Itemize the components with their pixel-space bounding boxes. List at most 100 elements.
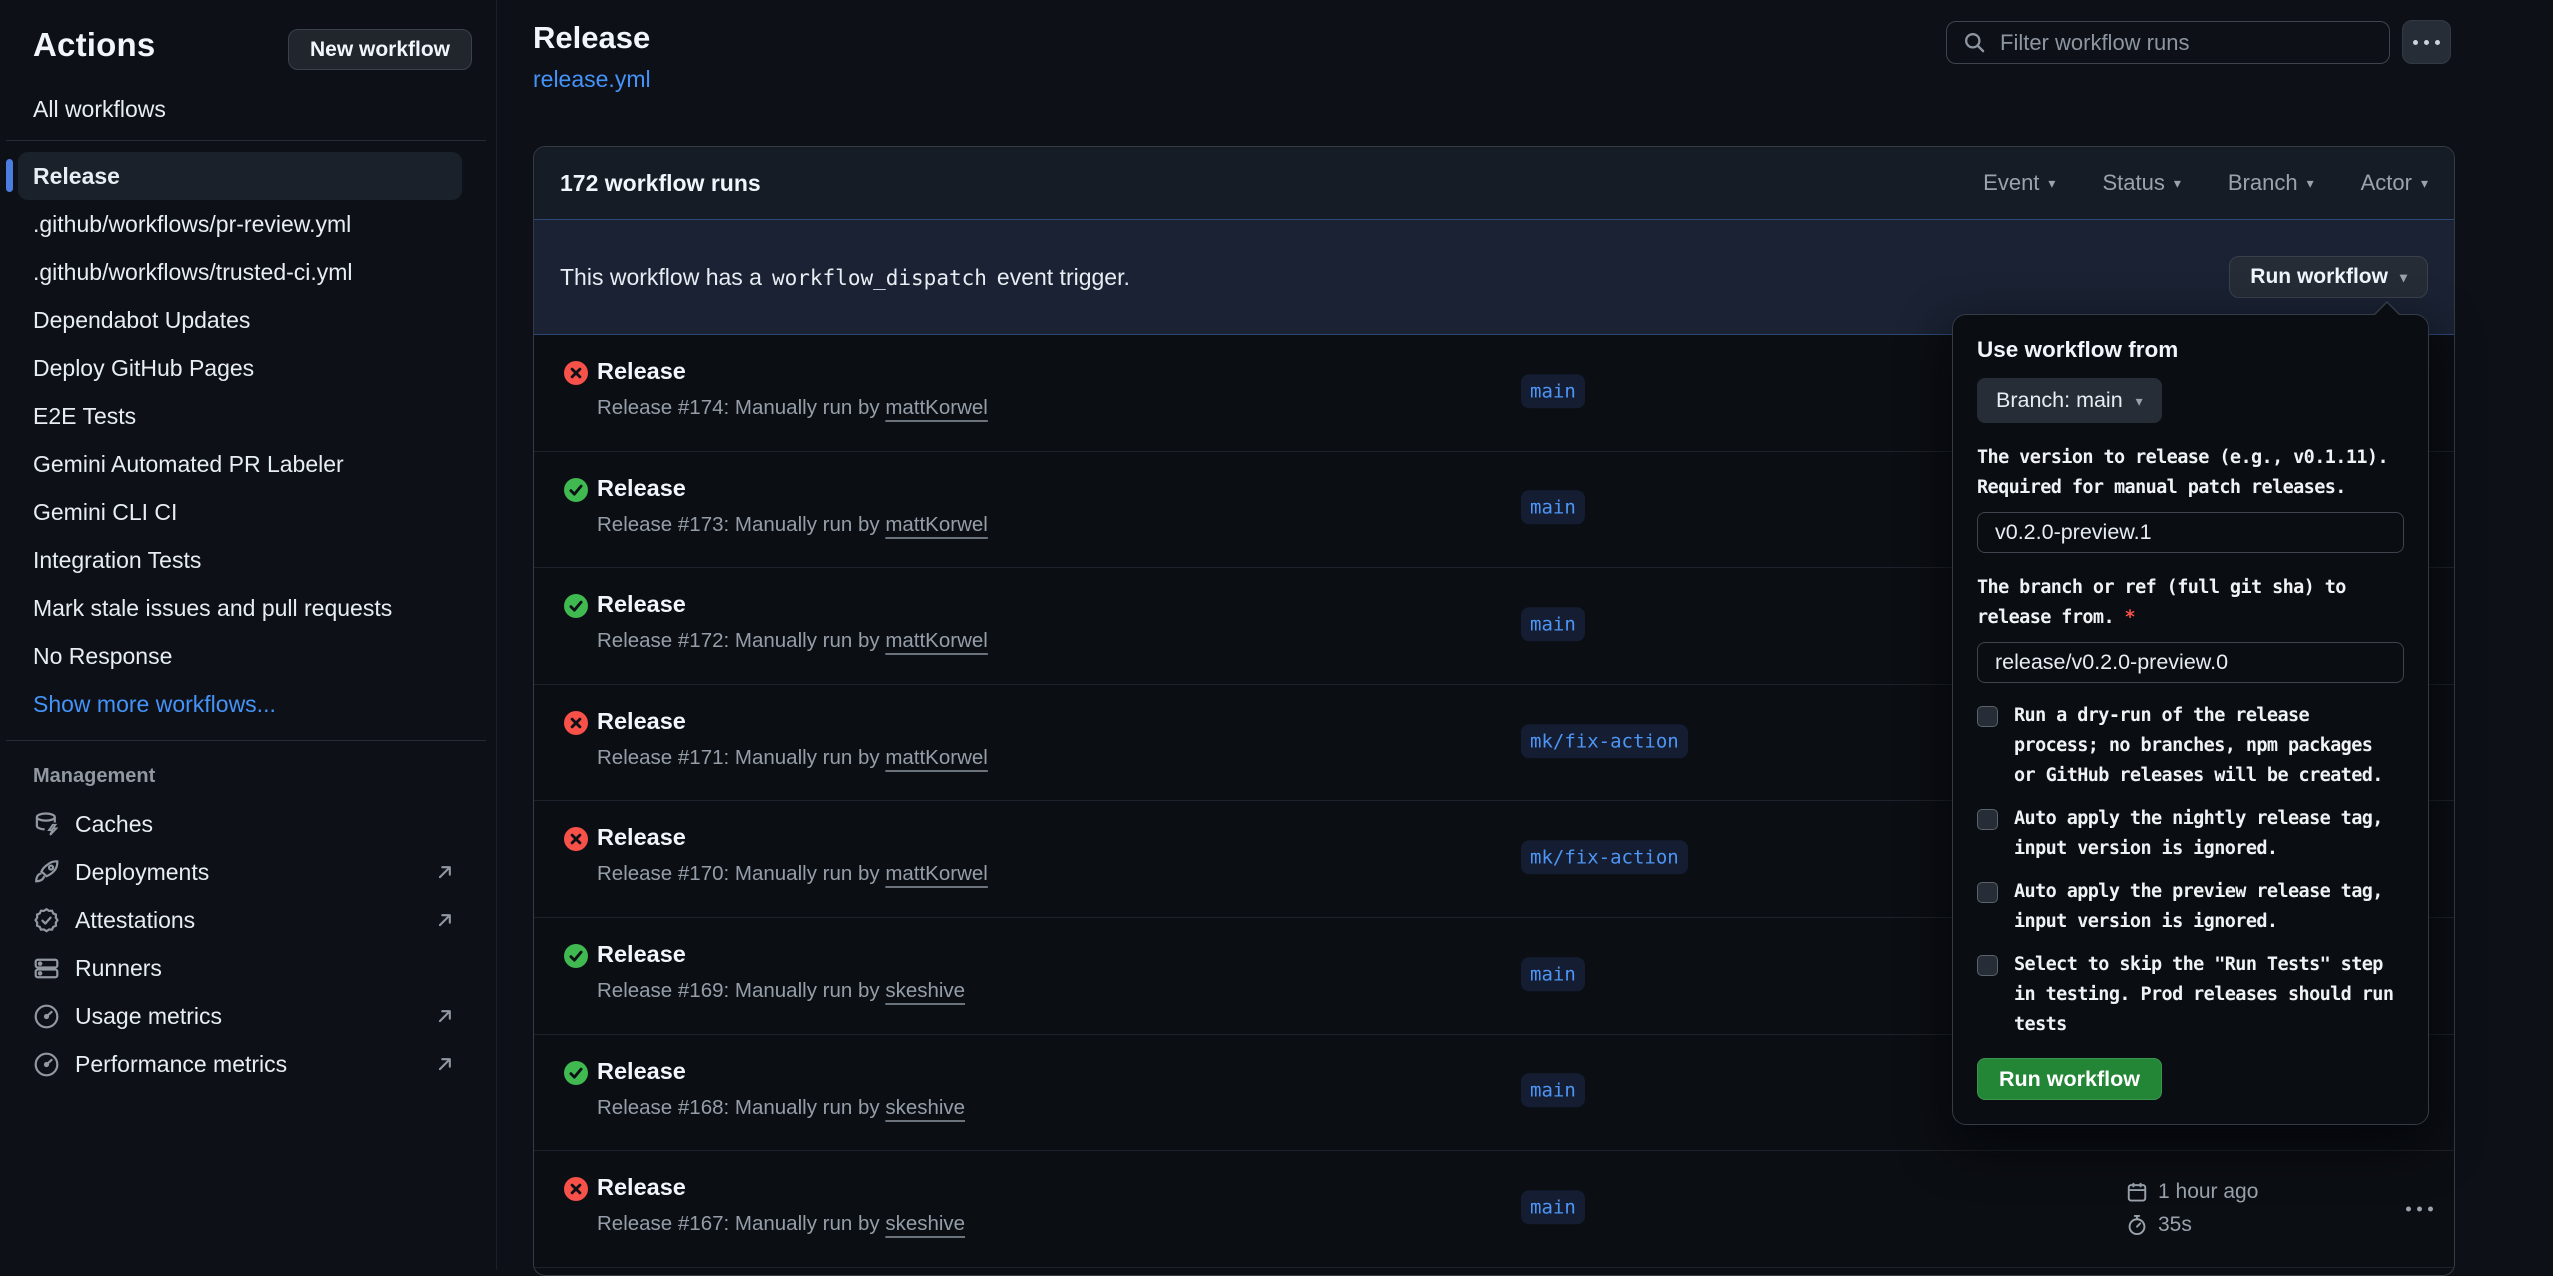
run-options-kebab[interactable] [2396, 1196, 2443, 1221]
run-description: Release #168: Manually run by skeshive [597, 1096, 965, 1120]
sidebar-item-label: Dependabot Updates [33, 307, 250, 334]
filter-actor[interactable]: Actor ▾ [2361, 170, 2428, 196]
sidebar-item-usage-metrics[interactable]: Usage metrics [0, 992, 496, 1040]
chevron-down-icon: ▾ [2307, 176, 2314, 190]
failure-icon [564, 827, 588, 851]
sidebar-item-runners[interactable]: Runners [0, 944, 496, 992]
filter-workflow-runs-input[interactable] [1986, 22, 2389, 63]
runs-count: 172 workflow runs [560, 170, 761, 197]
run-workflow-dropdown-button[interactable]: Run workflow ▾ [2229, 256, 2428, 298]
branch-badge[interactable]: mk/fix-action [1521, 724, 1688, 758]
success-icon [564, 594, 588, 618]
checkbox[interactable] [1977, 809, 1998, 830]
field-input[interactable] [1977, 642, 2404, 683]
branch-badge[interactable]: mk/fix-action [1521, 840, 1688, 874]
actor-link[interactable]: mattKorwel [885, 862, 988, 885]
run-title-link[interactable]: Release [597, 1174, 686, 1201]
sidebar-item-gemini-cli-ci[interactable]: Gemini CLI CI [0, 488, 496, 536]
failure-icon [564, 361, 588, 385]
sidebar-item-integration-tests[interactable]: Integration Tests [0, 536, 496, 584]
sidebar-item-performance-metrics[interactable]: Performance metrics [0, 1040, 496, 1088]
sidebar-item-label: Integration Tests [33, 547, 201, 574]
popup-checkbox-row: Auto apply the nightly release tag, inpu… [1977, 804, 2404, 864]
run-title-link[interactable]: Release [597, 358, 686, 385]
sidebar-item-github-workflows-pr-review-yml[interactable]: .github/workflows/pr-review.yml [0, 200, 496, 248]
run-description: Release #170: Manually run by mattKorwel [597, 862, 988, 886]
meter-icon [33, 1003, 60, 1030]
sidebar-item-label: Gemini CLI CI [33, 499, 177, 526]
new-workflow-button[interactable]: New workflow [288, 29, 472, 70]
sidebar-item-e2e-tests[interactable]: E2E Tests [0, 392, 496, 440]
run-meta: 1 hour ago 35s [2126, 1175, 2258, 1241]
calendar-icon [2126, 1181, 2148, 1203]
popup-checkbox-row: Select to skip the "Run Tests" step in t… [1977, 950, 2404, 1040]
branch-badge[interactable]: main [1521, 374, 1585, 408]
search-icon [1963, 31, 1986, 54]
field-input[interactable] [1977, 512, 2404, 553]
actor-link[interactable]: mattKorwel [885, 746, 988, 769]
sidebar-item-label: Gemini Automated PR Labeler [33, 451, 344, 478]
actor-link[interactable]: mattKorwel [885, 396, 988, 419]
workflow-options-kebab-button[interactable] [2402, 20, 2451, 64]
run-title-link[interactable]: Release [597, 824, 686, 851]
banner-text: This workflow has aworkflow_dispatcheven… [560, 264, 1130, 291]
workflow-file-link[interactable]: release.yml [533, 66, 651, 93]
run-title-link[interactable]: Release [597, 1058, 686, 1085]
sidebar-item-dependabot-updates[interactable]: Dependabot Updates [0, 296, 496, 344]
workflow-dispatch-code: workflow_dispatch [772, 266, 987, 290]
checkbox[interactable] [1977, 955, 1998, 976]
sidebar-item-github-workflows-trusted-ci-yml[interactable]: .github/workflows/trusted-ci.yml [0, 248, 496, 296]
branch-badge[interactable]: main [1521, 957, 1585, 991]
sidebar-item-label: Show more workflows... [33, 691, 276, 718]
sidebar-item-attestations[interactable]: Attestations [0, 896, 496, 944]
run-workflow-submit-button[interactable]: Run workflow [1977, 1058, 2162, 1100]
actor-link[interactable]: mattKorwel [885, 629, 988, 652]
branch-badge[interactable]: main [1521, 491, 1585, 525]
popup-checkbox-row: Run a dry-run of the release process; no… [1977, 701, 2404, 791]
branch-badge[interactable]: main [1521, 1190, 1585, 1224]
failure-icon [564, 711, 588, 735]
workflow-run-row[interactable]: Release Release #167: Manually run by sk… [534, 1151, 2454, 1268]
sidebar-item-release[interactable]: Release [18, 152, 462, 200]
checkbox[interactable] [1977, 882, 1998, 903]
sidebar-item-label: Mark stale issues and pull requests [33, 595, 392, 622]
run-title-link[interactable]: Release [597, 708, 686, 735]
sidebar-item-deploy-github-pages[interactable]: Deploy GitHub Pages [0, 344, 496, 392]
sidebar-item-no-response[interactable]: No Response [0, 632, 496, 680]
sidebar-item-label: Deploy GitHub Pages [33, 355, 254, 382]
meter-icon [33, 1051, 60, 1078]
run-title-link[interactable]: Release [597, 591, 686, 618]
failure-icon [564, 1177, 588, 1201]
sidebar-item-show-more-workflows[interactable]: Show more workflows... [0, 680, 496, 728]
run-description: Release #173: Manually run by mattKorwel [597, 513, 988, 537]
sidebar-item-gemini-automated-pr-labeler[interactable]: Gemini Automated PR Labeler [0, 440, 496, 488]
branch-badge[interactable]: main [1521, 607, 1585, 641]
filter-event[interactable]: Event ▾ [1983, 170, 2055, 196]
management-list: Caches Deployments Attestations Runners … [0, 800, 496, 1088]
sidebar-item-deployments[interactable]: Deployments [0, 848, 496, 896]
actor-link[interactable]: mattKorwel [885, 513, 988, 536]
chevron-down-icon: ▾ [2048, 176, 2055, 190]
sidebar-item-caches[interactable]: Caches [0, 800, 496, 848]
checkbox-label: Select to skip the "Run Tests" step in t… [2014, 950, 2400, 1040]
filter-branch[interactable]: Branch ▾ [2228, 170, 2314, 196]
branch-badge[interactable]: main [1521, 1074, 1585, 1108]
actor-link[interactable]: skeshive [885, 1212, 965, 1235]
sidebar-item-mark-stale-issues-and-pull-requests[interactable]: Mark stale issues and pull requests [0, 584, 496, 632]
chevron-down-icon: ▾ [2421, 176, 2428, 190]
filter-status[interactable]: Status ▾ [2102, 170, 2180, 196]
checkbox[interactable] [1977, 706, 1998, 727]
checkbox-label: Run a dry-run of the release process; no… [2014, 701, 2400, 791]
actor-link[interactable]: skeshive [885, 979, 965, 1002]
run-title-link[interactable]: Release [597, 475, 686, 502]
filter-workflow-runs-box [1946, 21, 2390, 64]
popup-field: The version to release (e.g., v0.1.11). … [1977, 443, 2404, 553]
success-icon [564, 478, 588, 502]
sidebar-title: Actions [33, 26, 155, 64]
sidebar-item-all-workflows[interactable]: All workflows [0, 86, 496, 132]
branch-selector-button[interactable]: Branch: main ▾ [1977, 378, 2162, 423]
sidebar-item-label: No Response [33, 643, 172, 670]
actor-link[interactable]: skeshive [885, 1096, 965, 1119]
run-duration: 35s [2158, 1213, 2192, 1237]
run-title-link[interactable]: Release [597, 941, 686, 968]
